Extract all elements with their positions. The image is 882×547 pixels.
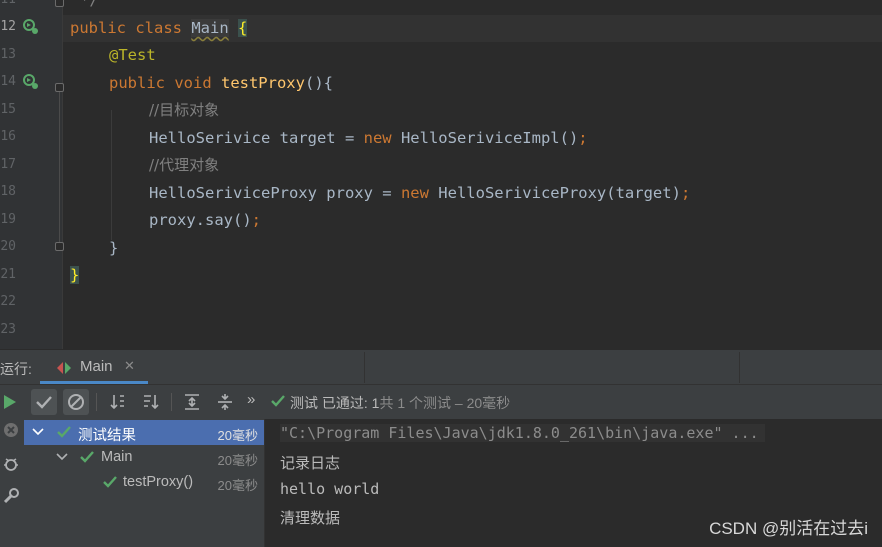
code-line-12: public class Main { (70, 19, 248, 37)
tree-label: 测试结果 (78, 428, 136, 444)
line-number: 14 (0, 74, 16, 89)
run-class-gutter-icon[interactable] (22, 18, 40, 36)
sort-by-duration-button[interactable] (138, 389, 164, 415)
check-icon (270, 393, 286, 414)
code-line-15: //目标对象 (149, 101, 220, 119)
fold-marker-icon[interactable] (55, 242, 64, 251)
show-passed-toggle[interactable] (31, 389, 57, 415)
check-icon (102, 475, 118, 494)
run-side-toolbar (0, 419, 24, 547)
test-config-icon (56, 361, 72, 375)
code-line-19: proxy.say(); (149, 211, 261, 229)
line-number: 15 (0, 102, 16, 117)
line-number: 13 (0, 47, 16, 62)
class-name: Main (191, 19, 229, 37)
fold-marker-icon[interactable] (55, 83, 64, 92)
code-line-20: } (109, 239, 119, 257)
line-number: 21 (0, 267, 16, 282)
wrench-icon[interactable] (2, 487, 20, 509)
line-number: 16 (0, 129, 16, 144)
show-ignored-toggle[interactable] (63, 389, 89, 415)
tree-duration: 20毫秒 (217, 453, 258, 468)
expand-all-button[interactable] (179, 389, 205, 415)
console-command-line: "C:\Program Files\Java\jdk1.8.0_261\bin\… (280, 424, 765, 442)
status-detail: 共 1 个测试 – 20毫秒 (379, 395, 511, 411)
console-line: hello world (280, 480, 380, 498)
run-test-gutter-icon[interactable] (22, 73, 40, 91)
chevron-down-icon[interactable] (32, 424, 44, 443)
check-icon (56, 425, 72, 444)
line-number: 19 (0, 212, 16, 227)
tab-main[interactable]: Main ✕ (40, 352, 148, 384)
indent-guide (111, 110, 112, 240)
tree-duration: 20毫秒 (217, 428, 258, 443)
collapse-all-button[interactable] (212, 389, 238, 415)
sort-alphabetically-button[interactable] (105, 389, 131, 415)
line-number: 17 (0, 157, 16, 172)
toolbar-separator (171, 393, 172, 411)
console-line: 清理数据 (280, 509, 341, 527)
editor-gutter: 11 12 13 14 15 16 17 18 19 20 21 22 23 (0, 0, 64, 349)
line-number: 20 (0, 239, 16, 254)
tree-row-testproxy[interactable]: testProxy() 20毫秒 (24, 470, 264, 495)
tree-label: testProxy() (123, 474, 194, 490)
check-icon (79, 450, 95, 469)
line-number: 18 (0, 184, 16, 199)
run-tool-window-header: 运行: Main ✕ (0, 352, 882, 385)
close-icon[interactable]: ✕ (124, 358, 135, 374)
tree-row-test-results[interactable]: 测试结果 20毫秒 (24, 420, 264, 445)
code-line-18: HelloSeriviceProxy proxy = new HelloSeri… (149, 184, 691, 202)
fold-marker-icon[interactable] (55, 0, 64, 7)
fold-line (59, 92, 60, 242)
code-editor[interactable]: 11 12 13 14 15 16 17 18 19 20 21 22 23 *… (0, 0, 882, 349)
rerun-failed-icon[interactable] (2, 421, 20, 443)
code-line-14: public void testProxy(){ (109, 74, 333, 92)
tree-duration: 20毫秒 (217, 478, 258, 493)
comment-end: */ (80, 0, 99, 9)
run-label: 运行: (0, 361, 32, 377)
matched-brace: { (238, 19, 248, 37)
line-number: 22 (0, 294, 16, 309)
tree-row-main[interactable]: Main 20毫秒 (24, 445, 264, 470)
line-number: 11 (0, 0, 16, 7)
code-line-16: HelloSerivice target = new HelloSerivice… (149, 129, 588, 147)
test-toolbar: » 测试 已通过: 1共 1 个测试 – 20毫秒 (0, 385, 882, 420)
chevron-down-icon[interactable] (56, 449, 68, 468)
test-results-tree: 测试结果 20毫秒 Main 20毫秒 testProxy() 20毫秒 (24, 419, 265, 547)
line-number: 12 (0, 19, 16, 34)
code-line-17: //代理对象 (149, 156, 220, 174)
debug-icon[interactable] (2, 455, 20, 477)
tree-label: Main (101, 449, 133, 465)
more-actions-button[interactable]: » (247, 391, 255, 408)
watermark: CSDN @别活在过去i (709, 519, 868, 538)
test-status: 测试 已通过: 1共 1 个测试 – 20毫秒 (290, 395, 511, 411)
divider (739, 352, 740, 383)
divider (364, 352, 365, 383)
console-line: 记录日志 (280, 454, 341, 472)
code-line-21: } (70, 266, 80, 284)
line-number: 23 (0, 322, 16, 337)
toolbar-separator (96, 393, 97, 411)
rerun-button[interactable] (0, 389, 22, 415)
code-line-13: @Test (109, 46, 156, 64)
tab-title: Main (80, 358, 113, 375)
